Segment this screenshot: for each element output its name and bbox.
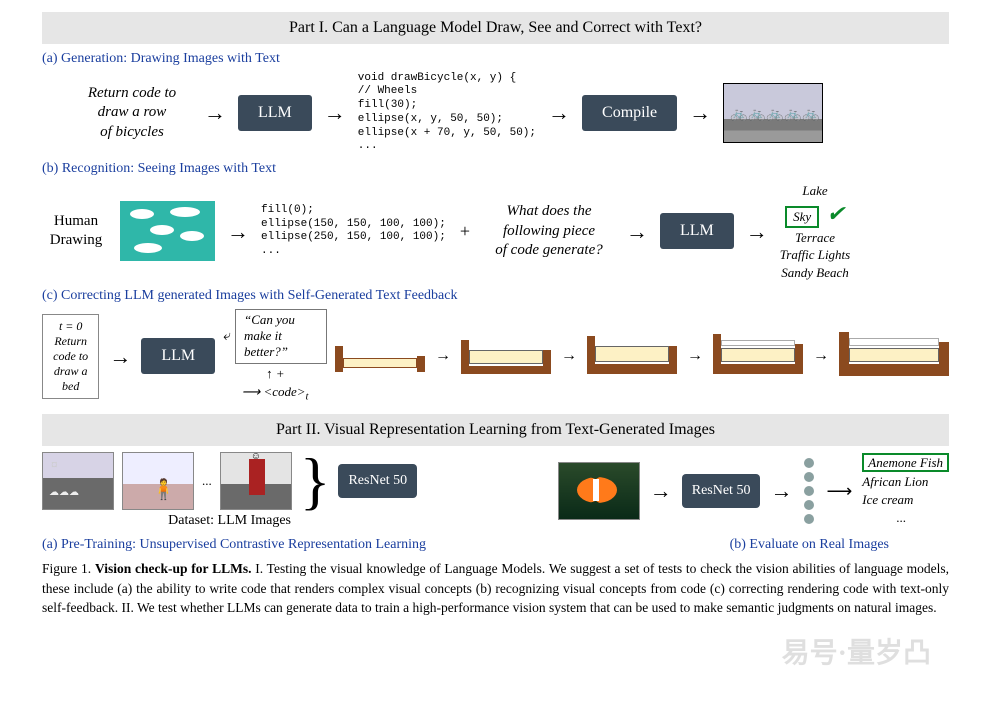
bicycle-icon: 🚲 [784,106,801,124]
arrow-icon: → [322,99,348,127]
arrow-icon: → [559,346,579,366]
resnet-block-pretrain: ResNet 50 [338,464,417,498]
plus-icon: + [277,366,284,382]
arrow-icon: ⟶ [824,480,854,503]
bicycle-icon: 🚲 [766,106,783,124]
lamp-icon: ¤ [51,457,58,473]
checkmark-icon: ✔ [826,201,844,226]
loop-arrow-icon: ⟶ [242,384,261,399]
cloud-icon [170,207,200,217]
eval-answers: Anemone Fish African Lion Ice cream ... [862,454,949,527]
arrow-icon: → [744,218,770,246]
clownfish-stripe-icon [593,479,599,501]
eval-panel: → ResNet 50 → ⟶ Anemone Fish African Lio… [558,454,949,527]
answer-option: Terrace [795,230,835,245]
section-a-label: (a) Generation: Drawing Images with Text [42,50,949,68]
prompt-a: Return code to draw a row of bicycles [72,84,192,143]
initial-prompt-c: t = 0 Return code to draw a bed [42,314,99,399]
generated-image-bicycles: 🚲 🚲 🚲 🚲 🚲 [723,83,823,143]
code-token: <code>t [263,384,308,399]
eval-answer-correct: Anemone Fish [862,453,949,472]
brace-icon: } [300,452,331,510]
face-icon: ☺ [251,452,261,464]
loop-arrow-icon: ⤶ [223,328,231,346]
feedback-text: “Can you make it better?” [235,309,327,364]
part2-b-label: (b) Evaluate on Real Images [730,536,889,554]
bicycle-icon: 🚲 [730,106,747,124]
bicycle-icon: 🚲 [748,106,765,124]
arrow-icon: → [107,343,133,371]
part1-banner: Part I. Can a Language Model Draw, See a… [42,12,949,44]
dataset-thumb: ☁☁☁ ¤ [42,452,114,510]
section-c-label: (c) Correcting LLM generated Images with… [42,287,949,305]
answer-option: Traffic Lights [780,247,850,262]
section-b-label: (b) Recognition: Seeing Images with Text [42,160,949,178]
dataset-thumb: 🧍 [122,452,194,510]
arrow-icon: → [768,477,794,505]
arrow-icon: → [648,477,674,505]
human-drawing-label: Human Drawing [42,212,110,251]
query-b: What does the following piece of code ge… [484,202,614,261]
llm-block-c: LLM [141,338,215,374]
code-a: void drawBicycle(x, y) { // Wheels fill(… [358,72,536,155]
arrow-icon: → [687,99,713,127]
cloud-icon [150,225,174,235]
section-b-row: Human Drawing → fill(0); ellipse(150, 15… [42,182,949,282]
bicycle-icon: 🚲 [802,106,819,124]
arrow-icon: → [811,346,831,366]
ellipsis-icon: ... [862,510,906,525]
arrow-icon: → [202,99,228,127]
bed-render-2 [587,332,677,380]
ellipsis-icon: ... [202,473,212,489]
caption-title: Vision check-up for LLMs. [95,561,252,576]
answer-option: Sandy Beach [781,265,849,280]
cloud-icon [180,231,204,241]
feature-vector-icon [802,458,816,524]
answer-option-correct: Sky [785,206,819,228]
dataset-label: Dataset: LLM Images [168,512,291,530]
cloud-icon [134,243,162,253]
feedback-loop: ⤶ “Can you make it better?” ↑ + ⟶ <code>… [223,309,327,404]
part2-row: ☁☁☁ ¤ 🧍 ... ☺ } ResNet 50 Dataset: LLM I… [42,452,949,530]
figure-caption: Figure 1. Vision check-up for LLMs. I. T… [42,559,949,618]
figure-number: Figure 1. [42,561,95,576]
person-icon: 🧍 [151,478,176,503]
cloud-icon [130,209,154,219]
bed-render-0 [335,332,425,380]
human-drawing-image [120,201,215,261]
arrow-icon: → [546,99,572,127]
section-a-row: Return code to draw a row of bicycles → … [72,72,949,155]
real-image-clownfish [558,462,640,520]
building-icon [249,459,265,495]
llm-block-a: LLM [238,95,312,131]
code-b: fill(0); ellipse(150, 150, 100, 100); el… [261,204,446,259]
bed-render-3 [713,332,803,380]
recognition-answers: Lake Sky ✔ Terrace Traffic Lights Sandy … [780,182,850,282]
llm-block-b: LLM [660,213,734,249]
pretrain-panel: ☁☁☁ ¤ 🧍 ... ☺ } ResNet 50 Dataset: LLM I… [42,452,417,530]
section-c-row: t = 0 Return code to draw a bed → LLM ⤶ … [42,309,949,404]
eval-answer: African Lion [862,474,928,489]
watermark: 易号·量岁凸 [782,636,931,671]
arrow-icon: → [685,346,705,366]
compile-block: Compile [582,95,677,131]
part2-banner: Part II. Visual Representation Learning … [42,414,949,446]
eval-answer: Ice cream [862,492,913,507]
arrow-icon: → [225,218,251,246]
answer-option: Lake [802,183,827,198]
bed-render-4 [839,332,949,380]
part2-a-label: (a) Pre-Training: Unsupervised Contrasti… [42,536,426,554]
arrow-icon: → [433,346,453,366]
sheep-icon: ☁☁☁ [49,487,79,500]
loop-up-arrow-icon: ↑ [266,366,273,382]
dataset-thumb: ☺ [220,452,292,510]
arrow-icon: → [624,218,650,246]
resnet-block-eval: ResNet 50 [682,474,761,508]
bed-render-1 [461,332,551,380]
plus-icon: + [456,220,474,243]
